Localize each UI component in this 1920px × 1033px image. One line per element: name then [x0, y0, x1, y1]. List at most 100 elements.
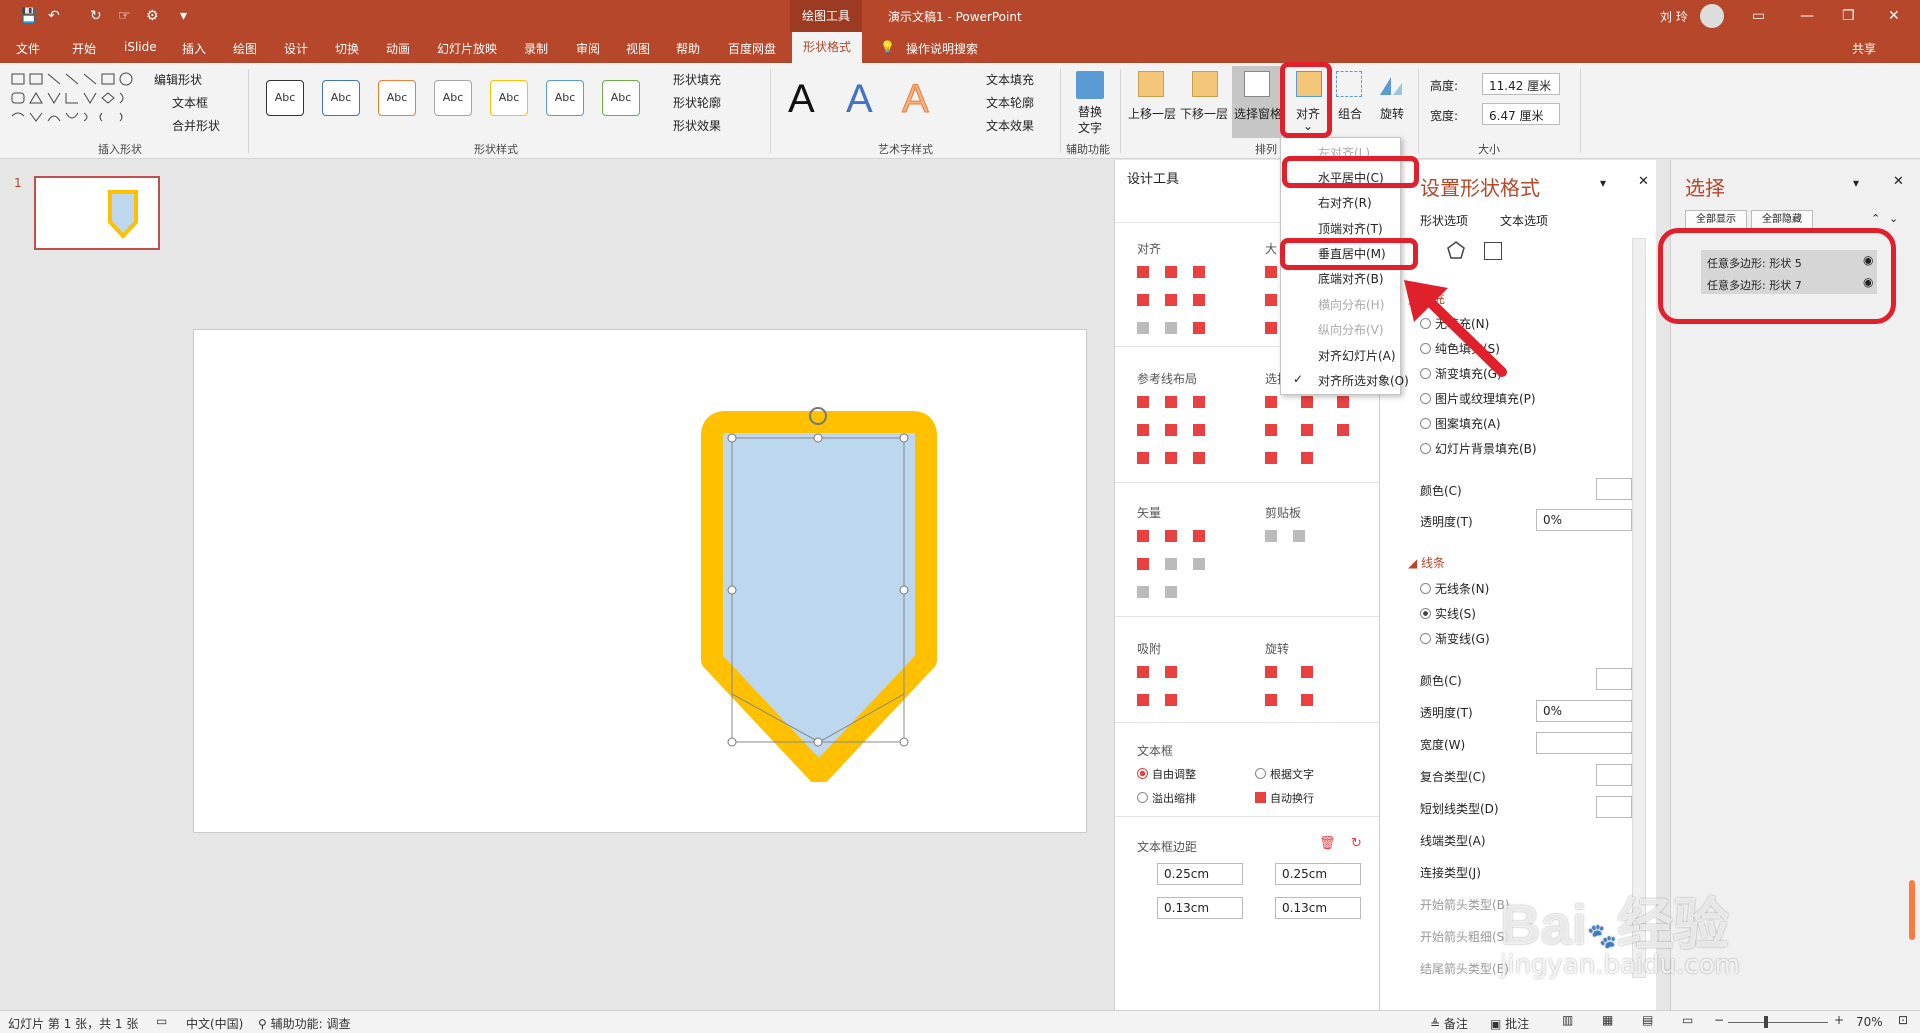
wordart-black[interactable]: A [788, 77, 815, 122]
shape-style-1[interactable]: Abc [266, 80, 304, 116]
snap-icon-2[interactable] [1165, 666, 1177, 678]
line-solid-option[interactable]: 实线(S) [1420, 605, 1476, 622]
bring-forward-button[interactable]: 上移一层 [1128, 105, 1176, 122]
vector-icon-7[interactable] [1137, 586, 1149, 598]
text-outline-button[interactable]: 文本轮廓 [986, 94, 1034, 111]
tab-record[interactable]: 录制 [524, 40, 548, 57]
group-button[interactable]: 组合 [1338, 105, 1362, 122]
align-left-icon[interactable] [1137, 266, 1149, 278]
slide-thumbnail-1[interactable] [34, 176, 160, 250]
rotate-button[interactable]: 旋转 [1380, 105, 1404, 122]
close-icon[interactable]: ✕ [1888, 8, 1900, 24]
tab-shape-format[interactable]: 形状格式 [792, 32, 862, 63]
edit-shape-button[interactable]: 编辑形状 [154, 71, 202, 88]
bring-forward-icon[interactable] [1138, 71, 1164, 97]
shape-style-6[interactable]: Abc [546, 80, 584, 116]
vector-icon-6[interactable] [1193, 558, 1205, 570]
format-pane-close-icon[interactable]: ✕ [1638, 174, 1649, 189]
shape-style-4[interactable]: Abc [434, 80, 472, 116]
tab-text-options[interactable]: 文本选项 [1500, 212, 1548, 229]
alt-text-label-1[interactable]: 替换 [1078, 103, 1102, 120]
wrap-checkbox[interactable]: 自动换行 [1255, 790, 1314, 806]
fill-pattern-option[interactable]: 图案填充(A) [1420, 415, 1501, 432]
tab-design[interactable]: 设计 [284, 40, 308, 57]
send-backward-button[interactable]: 下移一层 [1180, 105, 1228, 122]
tab-shape-options[interactable]: 形状选项 [1420, 212, 1468, 229]
distribute-h-icon[interactable] [1137, 322, 1149, 334]
snap-icon-1[interactable] [1137, 666, 1149, 678]
margin-left-input[interactable]: 0.25cm [1157, 863, 1243, 885]
select-icon-6[interactable] [1337, 424, 1349, 436]
fill-color-picker[interactable] [1596, 478, 1632, 500]
width-input[interactable]: 6.47 厘米 [1482, 103, 1560, 125]
line-header[interactable]: ◢ 线条 [1408, 554, 1445, 571]
text-box-button[interactable]: 文本框 [172, 94, 208, 111]
overflow-option[interactable]: 溢出缩排 [1137, 790, 1196, 806]
flip-h-icon[interactable] [1265, 694, 1277, 706]
customize-icon[interactable]: ⚙ [146, 8, 159, 24]
spellcheck-icon[interactable]: ▭ [156, 1014, 167, 1028]
tab-view[interactable]: 视图 [626, 40, 650, 57]
notes-button[interactable]: ≜ 备注 [1430, 1015, 1468, 1032]
text-effects-button[interactable]: 文本效果 [986, 117, 1034, 134]
tab-slideshow[interactable]: 幻灯片放映 [437, 40, 497, 57]
margin-right-input[interactable]: 0.25cm [1275, 863, 1361, 885]
alt-text-label-2[interactable]: 文字 [1078, 119, 1102, 136]
align-top-icon[interactable] [1137, 294, 1149, 306]
shape-style-7[interactable]: Abc [602, 80, 640, 116]
menu-distribute-h[interactable]: 横向分布(H) [1318, 296, 1384, 313]
shape-style-2[interactable]: Abc [322, 80, 360, 116]
show-all-button[interactable]: 全部显示 [1685, 210, 1747, 230]
menu-align-bottom[interactable]: 底端对齐(B) [1318, 270, 1384, 287]
share-button[interactable]: 共享 [1852, 40, 1876, 57]
select-icon-2[interactable] [1301, 396, 1313, 408]
accessibility-status[interactable]: ⚲ 辅助功能: 调查 [258, 1015, 350, 1032]
shape-style-3[interactable]: Abc [378, 80, 416, 116]
zoom-out-icon[interactable]: − [1714, 1013, 1724, 1027]
zoom-in-icon[interactable]: + [1834, 1013, 1844, 1027]
guide-icon-4[interactable] [1137, 424, 1149, 436]
menu-align-top[interactable]: 顶端对齐(T) [1318, 220, 1383, 237]
menu-align-to-slide[interactable]: 对齐幻灯片(A) [1318, 347, 1396, 364]
save-icon[interactable]: 💾 [20, 8, 37, 24]
normal-view-icon[interactable]: ▥ [1562, 1013, 1573, 1027]
line-none-option[interactable]: 无线条(N) [1420, 580, 1489, 597]
align-right-icon[interactable] [1193, 266, 1205, 278]
menu-align-right[interactable]: 右对齐(R) [1318, 194, 1372, 211]
comments-button[interactable]: ▣ 批注 [1490, 1015, 1529, 1032]
tab-file[interactable]: 文件 [16, 40, 40, 57]
rotate-icon[interactable] [1378, 71, 1404, 97]
reading-view-icon[interactable]: ▤ [1642, 1013, 1653, 1027]
selection-pane-icon[interactable] [1244, 71, 1270, 97]
shape-gallery[interactable] [10, 71, 136, 131]
slide-sorter-icon[interactable]: ▦ [1602, 1013, 1613, 1027]
tab-home[interactable]: 开始 [72, 40, 96, 57]
menu-distribute-v[interactable]: 纵向分布(V) [1318, 321, 1384, 338]
minimize-icon[interactable]: — [1800, 8, 1814, 24]
line-transparency-input[interactable]: 0% [1536, 700, 1632, 722]
tab-review[interactable]: 审阅 [576, 40, 600, 57]
tab-transitions[interactable]: 切换 [335, 40, 359, 57]
tab-baidu-netdisk[interactable]: 百度网盘 [728, 40, 776, 57]
dash-type-picker[interactable] [1596, 796, 1632, 818]
vector-icon-2[interactable] [1165, 530, 1177, 542]
shape-style-5[interactable]: Abc [490, 80, 528, 116]
height-input[interactable]: 11.42 厘米 [1482, 73, 1560, 95]
group-icon[interactable] [1336, 71, 1362, 97]
select-icon-7[interactable] [1265, 452, 1277, 464]
merge-shapes-button[interactable]: 合并形状 [172, 117, 220, 134]
select-icon-8[interactable] [1301, 452, 1313, 464]
shield-shape[interactable] [694, 402, 944, 782]
redo-icon[interactable]: ↻ [90, 8, 102, 24]
autofit-option[interactable]: 自由调整 [1137, 766, 1196, 782]
zoom-level[interactable]: 70% [1856, 1015, 1883, 1029]
size-icon-3[interactable] [1265, 322, 1277, 334]
flip-v-icon[interactable] [1301, 694, 1313, 706]
send-backward-arrow-icon[interactable]: ⌄ [1889, 212, 1898, 225]
rotate-left-icon[interactable] [1265, 666, 1277, 678]
wordart-orange[interactable]: A [902, 77, 930, 122]
menu-align-selected[interactable]: 对齐所选对象(O) [1318, 372, 1409, 389]
guide-icon-2[interactable] [1165, 396, 1177, 408]
select-icon-3[interactable] [1337, 396, 1349, 408]
language-indicator[interactable]: 中文(中国) [186, 1015, 243, 1032]
